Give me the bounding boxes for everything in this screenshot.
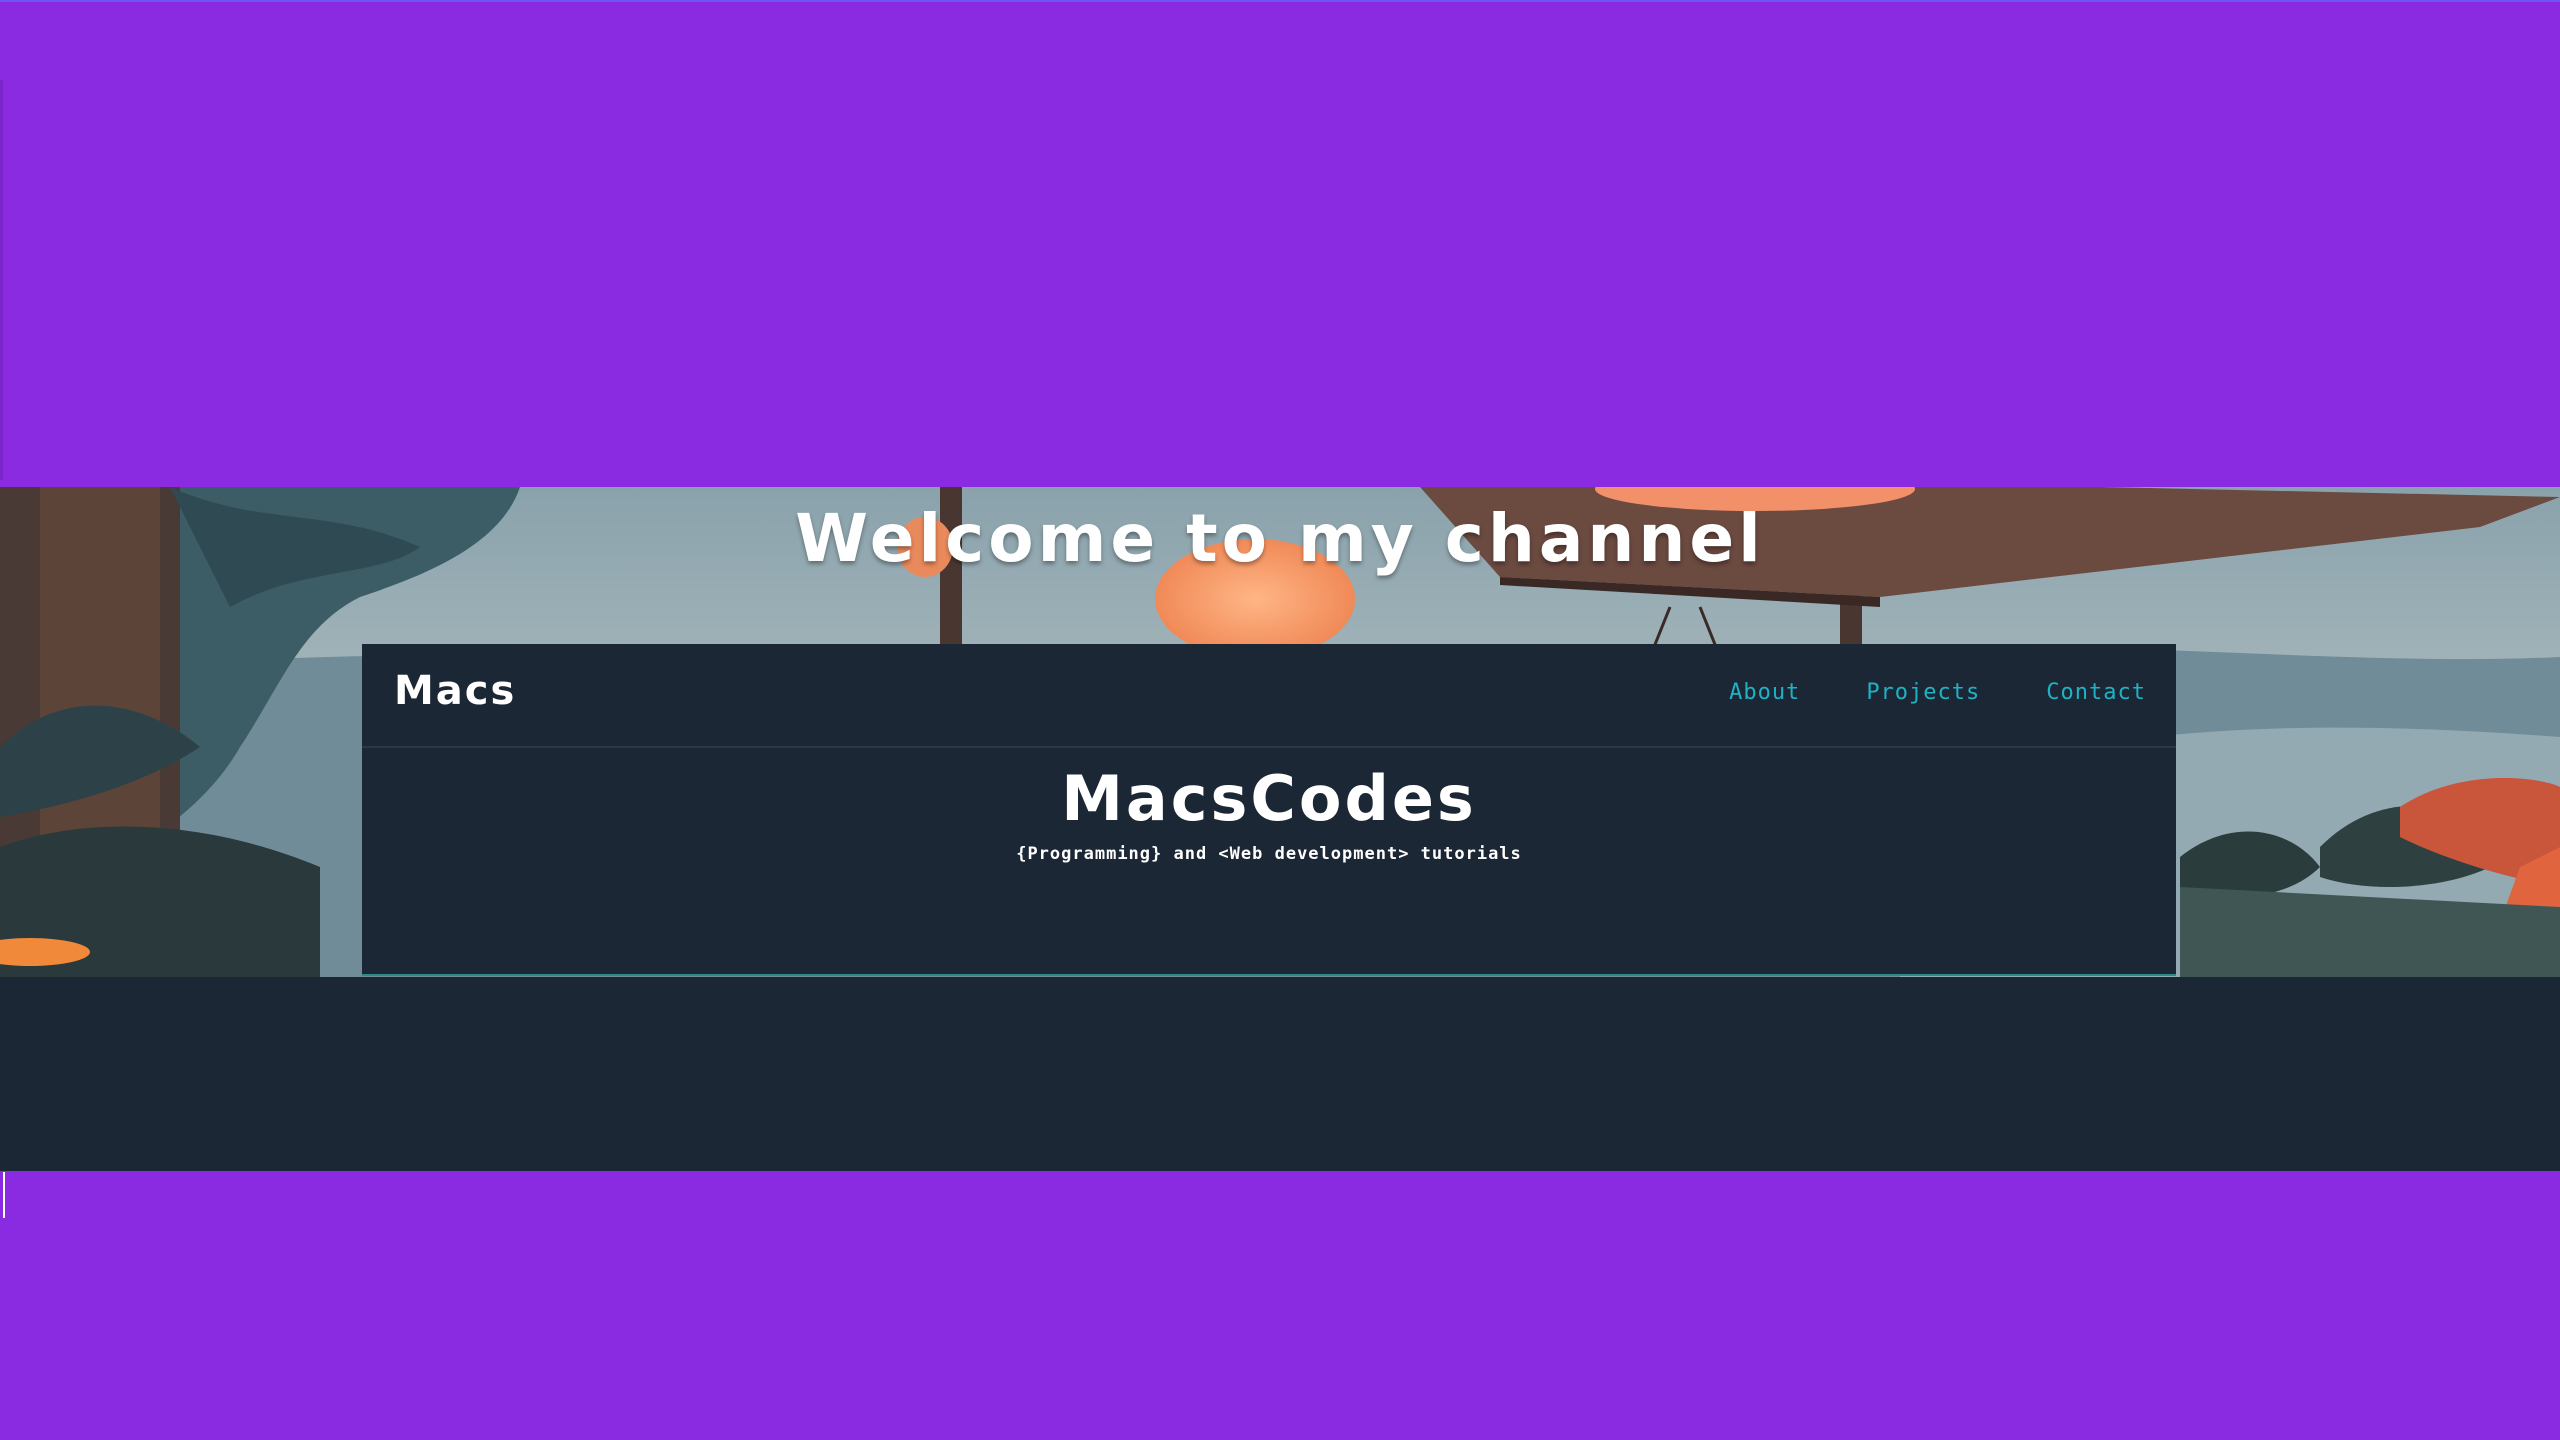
nav-links: About Projects Contact <box>1729 680 2146 705</box>
text-cursor <box>3 1172 5 1218</box>
nav-link-projects[interactable]: Projects <box>1866 680 1980 705</box>
nav-link-contact[interactable]: Contact <box>2046 680 2146 705</box>
welcome-heading: Welcome to my channel <box>795 500 1765 577</box>
top-edge-line <box>0 0 2560 2</box>
dark-band <box>0 977 2560 1171</box>
hero-subtitle: {Programming} and <Web development> tuto… <box>1016 844 1522 864</box>
hero-title: MacsCodes <box>1061 762 1477 835</box>
website-card: Macs About Projects Contact MacsCodes {P… <box>362 644 2176 976</box>
nav-link-about[interactable]: About <box>1729 680 1800 705</box>
site-navbar: Macs About Projects Contact <box>362 644 2176 748</box>
left-edge-line <box>0 80 3 480</box>
bottom-purple-band <box>0 1171 2560 1440</box>
top-purple-band <box>0 0 2560 487</box>
site-brand[interactable]: Macs <box>394 668 516 714</box>
